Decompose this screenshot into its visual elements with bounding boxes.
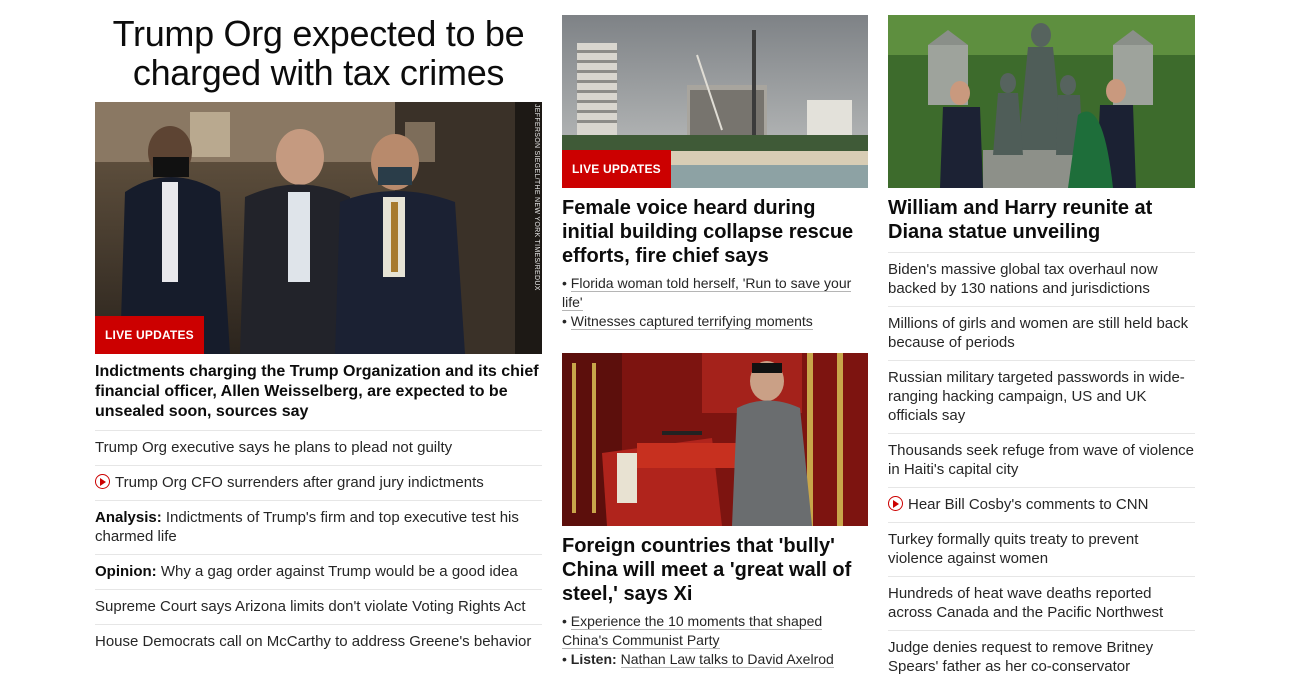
headline-text: House Democrats call on McCarthy to addr… (95, 633, 532, 650)
live-updates-badge[interactable]: LIVE UPDATES (562, 150, 671, 188)
diana-statue-photo (888, 15, 1195, 188)
headline-item[interactable]: Analysis: Indictments of Trump's firm an… (95, 500, 542, 554)
headline-item[interactable]: Judge denies request to remove Britney S… (888, 630, 1195, 684)
xi-photo (562, 353, 868, 526)
headline-text: Trump Org executive says he plans to ple… (95, 439, 453, 456)
headline-item[interactable]: Opinion: Why a gag order against Trump w… (95, 554, 542, 589)
bullet-icon: • (562, 313, 571, 329)
headline-item[interactable]: Millions of girls and women are still he… (888, 306, 1195, 360)
headline-text: Hundreds of heat wave deaths reported ac… (888, 585, 1164, 621)
headline-text: Biden's massive global tax overhaul now … (888, 261, 1158, 297)
diana-story-image[interactable] (888, 15, 1195, 188)
bullet-icon: • (562, 651, 571, 667)
related-link[interactable]: • Florida woman told herself, 'Run to sa… (562, 274, 868, 312)
headline-item[interactable]: Trump Org executive says he plans to ple… (95, 430, 542, 465)
play-circle-icon (95, 474, 110, 489)
headline-prefix: Opinion: (95, 563, 157, 580)
lead-related-list: Trump Org executive says he plans to ple… (95, 430, 542, 659)
lead-story-image[interactable]: JEFFERSON SIEGEL/THE NEW YORK TIMES/REDU… (95, 102, 542, 354)
headline-item[interactable]: Hundreds of heat wave deaths reported ac… (888, 576, 1195, 630)
right-column: William and Harry reunite at Diana statu… (888, 0, 1195, 684)
headline-item[interactable]: Supreme Court says Arizona limits don't … (95, 589, 542, 624)
related-link[interactable]: • Experience the 10 moments that shaped … (562, 612, 868, 650)
collapse-related-links: • Florida woman told herself, 'Run to sa… (562, 274, 868, 331)
link-text: Witnesses captured terrifying moments (570, 313, 813, 330)
headline-item[interactable]: Trump Org CFO surrenders after grand jur… (95, 465, 542, 500)
headline-text: Millions of girls and women are still he… (888, 315, 1189, 351)
collapse-story-image[interactable]: LIVE UPDATES (562, 15, 868, 188)
play-circle-icon (888, 496, 903, 511)
headline-text: Hear Bill Cosby's comments to CNN (908, 496, 1149, 513)
lead-story-column: Trump Org expected to be charged with ta… (95, 0, 542, 659)
headline-text: Thousands seek refuge from wave of viole… (888, 442, 1194, 478)
headline-text: Russian military targeted passwords in w… (888, 369, 1185, 424)
headline-item[interactable]: Hear Bill Cosby's comments to CNN (888, 487, 1195, 522)
photo-credit: JEFFERSON SIEGEL/THE NEW YORK TIMES/REDU… (533, 104, 540, 291)
xi-related-links: • Experience the 10 moments that shaped … (562, 612, 868, 669)
headline-text: Why a gag order against Trump would be a… (156, 563, 518, 580)
headline-text: Judge denies request to remove Britney S… (888, 639, 1154, 675)
diana-story-title[interactable]: William and Harry reunite at Diana statu… (888, 196, 1195, 244)
link-text: Experience the 10 moments that shaped Ch… (562, 613, 823, 649)
bullet-icon: • (562, 613, 571, 629)
related-link[interactable]: • Witnesses captured terrifying moments (562, 312, 868, 331)
middle-column: LIVE UPDATES Female voice heard during i… (562, 0, 868, 669)
headline-prefix: Analysis: (95, 509, 162, 526)
xi-story-image[interactable] (562, 353, 868, 526)
headline-item[interactable]: House Democrats call on McCarthy to addr… (95, 624, 542, 659)
headline-item[interactable]: Turkey formally quits treaty to prevent … (888, 522, 1195, 576)
headline-text: Turkey formally quits treaty to prevent … (888, 531, 1139, 567)
headline-text: Trump Org CFO surrenders after grand jur… (115, 474, 484, 491)
related-link[interactable]: • Listen: Nathan Law talks to David Axel… (562, 650, 868, 669)
xi-story-title[interactable]: Foreign countries that 'bully' China wil… (562, 534, 868, 606)
headline-item[interactable]: Biden's massive global tax overhaul now … (888, 252, 1195, 306)
headline-item[interactable]: Thousands seek refuge from wave of viole… (888, 433, 1195, 487)
collapse-story-title[interactable]: Female voice heard during initial buildi… (562, 196, 868, 268)
link-text: Florida woman told herself, 'Run to save… (562, 275, 852, 311)
headline-item[interactable]: Russian military targeted passwords in w… (888, 360, 1195, 433)
link-text: Nathan Law talks to David Axelrod (620, 651, 834, 668)
right-headlines-list: Biden's massive global tax overhaul now … (888, 252, 1195, 684)
live-updates-badge[interactable]: LIVE UPDATES (95, 316, 204, 354)
headline-text: Supreme Court says Arizona limits don't … (95, 598, 526, 615)
link-prefix: Listen: (570, 651, 621, 667)
lead-story-title[interactable]: Indictments charging the Trump Organizat… (95, 362, 542, 422)
lead-headline[interactable]: Trump Org expected to be charged with ta… (95, 14, 542, 102)
bullet-icon: • (562, 275, 571, 291)
